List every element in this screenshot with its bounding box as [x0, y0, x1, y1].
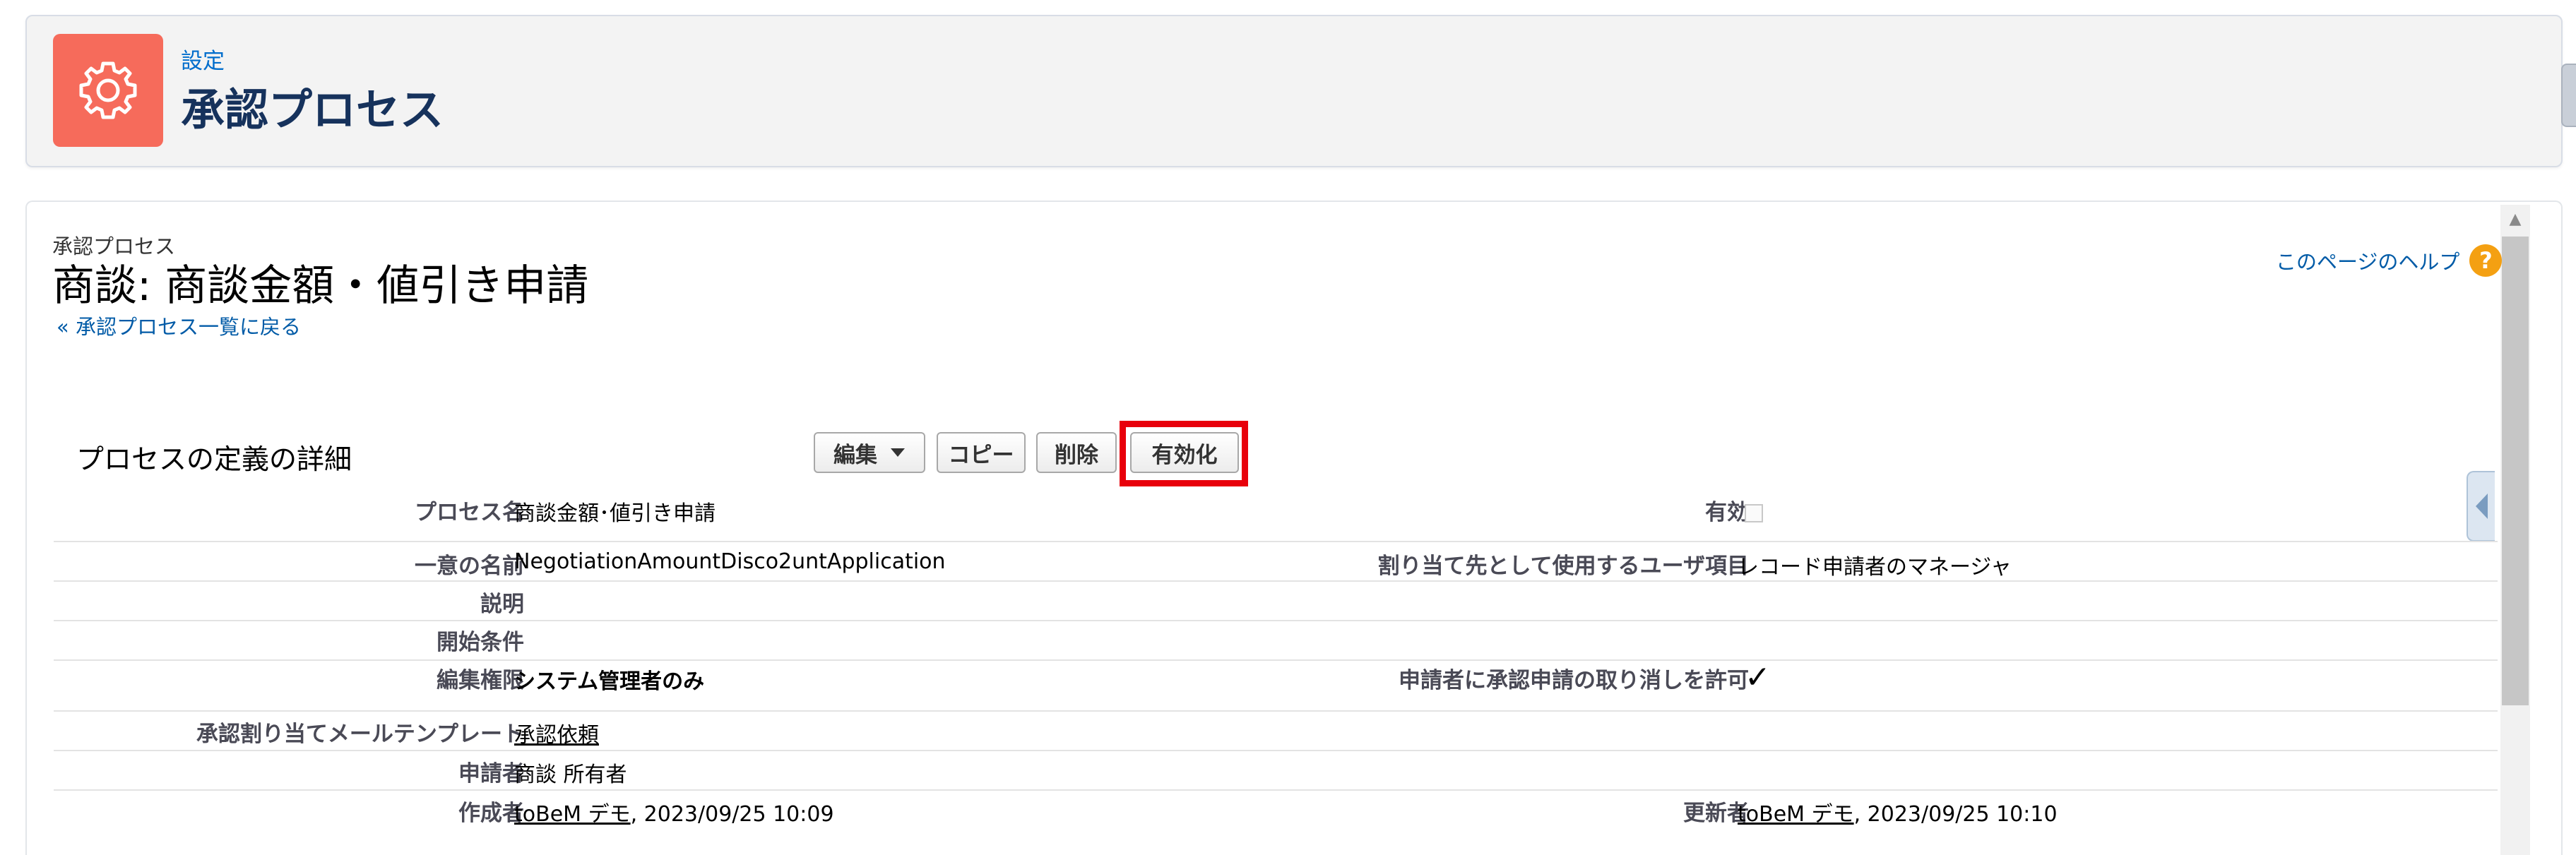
scroll-up-arrow-icon[interactable]: ▲ — [2500, 205, 2530, 233]
unique-name-label: 一意の名前 — [415, 554, 524, 579]
active-checkbox — [1745, 504, 1763, 522]
header-title: 承認プロセス — [181, 84, 444, 136]
edit-dropdown-button[interactable]: 編集 — [814, 432, 925, 473]
section-title: プロセスの定義の詳細 — [76, 444, 352, 476]
page-header: 設定 承認プロセス — [25, 15, 2563, 167]
back-to-list-link[interactable]: « 承認プロセス一覧に戻る — [57, 311, 301, 340]
help-icon[interactable]: ? — [2469, 244, 2503, 277]
process-name-value: 商談金額･値引き申請 — [514, 501, 716, 526]
detail-row-unique-name: 一意の名前 NegotiationAmountDisco2untApplicat… — [54, 541, 2498, 582]
caret-down-icon — [891, 448, 905, 457]
process-name-label: プロセス名 — [415, 500, 524, 525]
edit-button-label: 編集 — [833, 442, 877, 468]
detail-row-created-by: 作成者 toBeM デモ, 2023/09/25 10:09 更新者 toBeM… — [54, 789, 2498, 832]
help-link[interactable]: このページのヘルプ ? — [2276, 244, 2503, 277]
detail-row-email-template: 承認割り当てメールテンプレート 承認依頼 — [54, 710, 2498, 751]
page-title: 商談: 商談金額・値引き申請 — [52, 261, 589, 311]
detail-row-edit-permission: 編集権限 システム管理者のみ 申請者に承認申請の取り消しを許可 ✓ — [54, 659, 2498, 712]
created-by-date: , 2023/09/25 10:09 — [630, 802, 834, 827]
submitter-value: 商談 所有者 — [514, 763, 627, 787]
detail-row-submitter: 申請者 商談 所有者 — [54, 750, 2498, 791]
gear-icon — [53, 34, 163, 147]
delete-button[interactable]: 削除 — [1036, 432, 1117, 473]
assignee-field-value: レコード申請者のマネージャ — [1738, 555, 2012, 580]
active-label: 有効 — [1705, 500, 1749, 525]
assignee-field-label: 割り当て先として使用するユーザ項目 — [1377, 554, 1749, 579]
email-template-link[interactable]: 承認依頼 — [514, 717, 599, 748]
detail-row-description: 説明 — [54, 580, 2498, 621]
entry-criteria-label: 開始条件 — [437, 630, 524, 655]
detail-row-process-name: プロセス名 商談金額･値引き申請 有効 — [54, 487, 2498, 542]
email-template-label: 承認割り当てメールテンプレート — [196, 722, 524, 747]
header-eyebrow[interactable]: 設定 — [181, 43, 225, 75]
checkmark-icon: ✓ — [1745, 659, 1771, 695]
scrollbar-thumb[interactable] — [2502, 237, 2529, 705]
modified-by-user-link[interactable]: toBeM デモ — [1738, 802, 1854, 827]
description-label: 説明 — [480, 592, 524, 617]
modified-by-date: , 2023/09/25 10:10 — [1853, 802, 2058, 827]
utility-tab[interactable] — [2561, 64, 2576, 127]
modified-by-value: toBeM デモ, 2023/09/25 10:10 — [1738, 796, 2058, 827]
unique-name-value: NegotiationAmountDisco2untApplication — [514, 549, 946, 574]
created-by-user-link[interactable]: toBeM デモ — [514, 802, 631, 827]
edit-permission-label: 編集権限 — [437, 668, 524, 693]
help-link-label[interactable]: このページのヘルプ — [2276, 246, 2459, 275]
copy-button[interactable]: コピー — [937, 432, 1026, 473]
activate-button[interactable]: 有効化 — [1130, 432, 1239, 473]
created-by-value: toBeM デモ, 2023/09/25 10:09 — [514, 796, 834, 827]
detail-row-entry-criteria: 開始条件 — [54, 620, 2498, 661]
allow-recall-label: 申請者に承認申請の取り消しを許可 — [1399, 668, 1749, 693]
edit-permission-value: システム管理者のみ — [514, 669, 705, 694]
